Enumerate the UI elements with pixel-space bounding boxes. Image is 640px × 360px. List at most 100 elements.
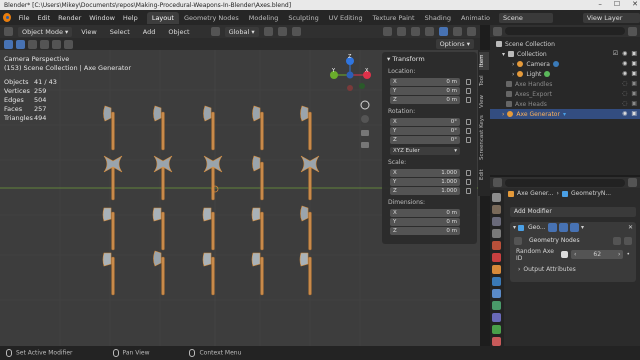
scene-selector[interactable]: Scene xyxy=(499,12,553,23)
constraints-tab-icon[interactable] xyxy=(492,313,501,322)
tab-screencast-keys[interactable]: Screencast Keys xyxy=(479,112,489,164)
axe-model[interactable] xyxy=(252,155,264,201)
outliner-row-collection[interactable]: ▾ Collection ☑ ◉ ▣ xyxy=(490,49,640,59)
tab-edit[interactable]: Edit xyxy=(479,166,489,184)
axe-model[interactable] xyxy=(300,155,320,201)
tab-animation[interactable]: Animatio xyxy=(456,12,495,24)
select-mode-extend-icon[interactable] xyxy=(28,39,37,49)
outliner-row-axe-handles[interactable]: Axe Handles ◌ ▣ xyxy=(490,79,640,89)
axe-model[interactable] xyxy=(102,252,115,296)
axe-model[interactable] xyxy=(203,105,215,151)
minimize-icon[interactable]: – xyxy=(598,0,602,10)
axe-model[interactable] xyxy=(102,207,115,251)
scene-tab-icon[interactable] xyxy=(492,241,501,250)
dimensions-x-field[interactable]: X 0 m xyxy=(390,209,460,217)
tab-uv-editing[interactable]: UV Editing xyxy=(324,12,368,24)
viewport-toggle-icon[interactable] xyxy=(559,223,569,232)
particles-tab-icon[interactable] xyxy=(492,289,501,298)
shading-solid-icon[interactable] xyxy=(439,27,448,36)
navigation-gizmo[interactable] xyxy=(330,57,371,91)
menu-add[interactable]: Add xyxy=(139,28,160,36)
camera-icon[interactable]: ▣ xyxy=(631,60,637,67)
xray-icon[interactable] xyxy=(425,27,434,36)
transform-panel-title[interactable]: ▾ Transform xyxy=(382,52,477,66)
chevron-down-icon[interactable]: ▾ xyxy=(502,51,505,58)
proportional-edit-icon[interactable] xyxy=(291,27,301,36)
eye-icon[interactable]: ◉ xyxy=(622,60,627,67)
scale-x-field[interactable]: X 1.000 xyxy=(390,169,471,177)
unlink-icon[interactable] xyxy=(624,236,632,245)
output-attributes-row[interactable]: › Output Attributes xyxy=(510,264,636,274)
overlay-toggle-icon[interactable] xyxy=(411,27,420,36)
lock-icon[interactable] xyxy=(466,188,471,194)
menu-edit[interactable]: Edit xyxy=(34,14,55,22)
mode-dropdown[interactable]: Object Mode ▾ xyxy=(18,26,73,37)
pivot-icon[interactable] xyxy=(263,27,273,36)
lock-icon[interactable] xyxy=(466,128,471,134)
scale-z-field[interactable]: Z 1.000 xyxy=(390,187,471,195)
tool-tab-icon[interactable] xyxy=(492,193,501,202)
gizmo-toggle-icon[interactable] xyxy=(397,27,406,36)
outliner-row-axes-export[interactable]: Axes_Export ◌ ▣ xyxy=(490,89,640,99)
select-mode-subtract-icon[interactable] xyxy=(40,39,49,49)
select-mode-invert-icon[interactable] xyxy=(52,39,61,49)
axe-model[interactable] xyxy=(300,105,312,151)
location-z-field[interactable]: Z 0 m xyxy=(390,96,471,104)
outliner-row-scene-collection[interactable]: Scene Collection xyxy=(490,39,640,49)
dimensions-z-field[interactable]: Z 0 m xyxy=(390,227,460,235)
axe-model[interactable] xyxy=(152,207,165,251)
select-mode-intersect-icon[interactable] xyxy=(64,39,73,49)
node-tree-icon[interactable] xyxy=(514,236,522,245)
rotation-mode-dropdown[interactable]: XYZ Euler ▾ xyxy=(390,147,460,155)
menu-view[interactable]: View xyxy=(77,28,100,36)
select-mode-new-icon[interactable] xyxy=(16,39,25,49)
orientation-dropdown[interactable]: Global ▾ xyxy=(224,26,259,37)
pin-icon[interactable] xyxy=(628,178,637,187)
menu-file[interactable]: File xyxy=(15,14,34,22)
view-nav-icons[interactable] xyxy=(360,100,370,148)
tab-geometry-nodes[interactable]: Geometry Nodes xyxy=(179,12,244,24)
camera-icon[interactable]: ▣ xyxy=(631,100,637,107)
camera-view-icon[interactable] xyxy=(361,130,369,136)
scale-y-field[interactable]: Y 1.000 xyxy=(390,178,471,186)
duplicate-icon[interactable] xyxy=(613,236,621,245)
outliner-row-axe-heads[interactable]: Axe Heads ◌ ▣ xyxy=(490,99,640,109)
axe-model[interactable] xyxy=(153,250,165,296)
outliner-row-camera[interactable]: › Camera ◉ ▣ xyxy=(490,59,640,69)
outliner-search-input[interactable] xyxy=(505,27,625,35)
world-tab-icon[interactable] xyxy=(492,253,501,262)
physics-tab-icon[interactable] xyxy=(492,301,501,310)
lock-icon[interactable] xyxy=(466,97,471,103)
lock-icon[interactable] xyxy=(466,179,471,185)
menu-window[interactable]: Window xyxy=(85,14,119,22)
eye-icon[interactable]: ◉ xyxy=(622,110,627,117)
outliner-row-light[interactable]: › Light ◉ ▣ xyxy=(490,69,640,79)
axe-model[interactable] xyxy=(202,207,215,251)
tab-shading[interactable]: Shading xyxy=(420,12,456,24)
keyframe-icon[interactable]: • xyxy=(626,251,630,258)
close-icon[interactable]: ✕ xyxy=(628,224,633,231)
add-modifier-button[interactable]: Add Modifier xyxy=(510,207,636,217)
random-axe-id-field[interactable]: ‹ 62 › xyxy=(571,250,624,259)
chevron-down-icon[interactable]: ▾ xyxy=(513,224,516,231)
tab-item[interactable]: Item xyxy=(479,52,489,70)
chevron-right-icon[interactable]: › xyxy=(512,71,514,78)
lock-icon[interactable] xyxy=(466,79,471,85)
decrement-icon[interactable]: ‹ xyxy=(574,251,576,258)
lock-icon[interactable] xyxy=(466,119,471,125)
lock-icon[interactable] xyxy=(466,170,471,176)
eye-closed-icon[interactable]: ◌ xyxy=(622,90,627,97)
attribute-toggle-icon[interactable] xyxy=(561,251,568,258)
lock-icon[interactable] xyxy=(466,88,471,94)
rotation-x-field[interactable]: X 0° xyxy=(390,118,471,126)
tab-tool[interactable]: Tool xyxy=(479,72,489,90)
maximize-icon[interactable]: ☐ xyxy=(614,0,620,10)
material-tab-icon[interactable] xyxy=(492,337,501,346)
chevron-down-icon[interactable]: ▾ xyxy=(581,224,584,231)
properties-search-input[interactable] xyxy=(505,178,625,187)
eye-closed-icon[interactable]: ◌ xyxy=(622,100,627,107)
close-icon[interactable]: ✕ xyxy=(632,0,638,10)
checkbox-icon[interactable]: ☑ xyxy=(613,50,618,57)
tab-texture-paint[interactable]: Texture Paint xyxy=(368,12,420,24)
blender-logo-icon[interactable] xyxy=(3,13,11,22)
